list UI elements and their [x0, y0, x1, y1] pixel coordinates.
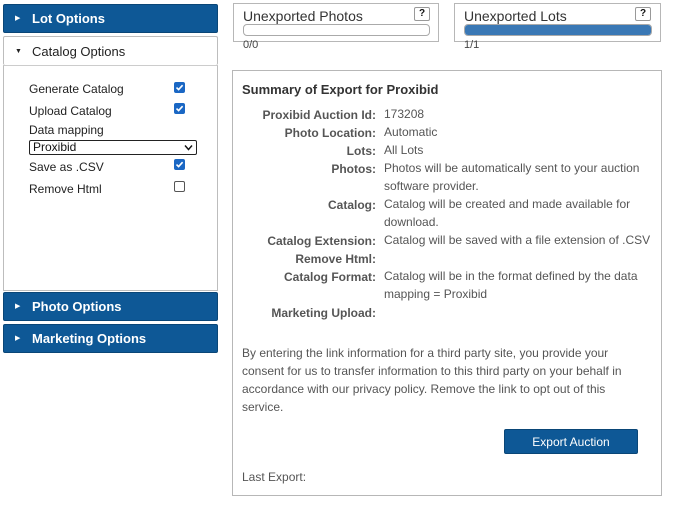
caret-right-icon: ▶: [15, 303, 21, 310]
upload-catalog-label: Upload Catalog: [29, 104, 112, 118]
check-icon: [175, 161, 184, 168]
remove-html-summary-label: Remove Html:: [295, 252, 376, 266]
marketing-upload-label: Marketing Upload:: [271, 306, 376, 320]
caret-down-icon: ▼: [15, 47, 22, 55]
caret-right-icon: ▶: [15, 15, 21, 22]
data-mapping-value: Proxibid: [33, 140, 77, 154]
photo-options-header[interactable]: ▶ Photo Options: [3, 292, 218, 321]
unexported-lots-title: Unexported Lots: [464, 8, 567, 24]
catalog-extension-label: Catalog Extension:: [267, 234, 376, 248]
unexported-lots-progress: [464, 24, 652, 36]
export-summary-panel: Summary of Export for Proxibid Proxibid …: [232, 70, 662, 496]
catalog-extension-value: Catalog will be saved with a file extens…: [384, 233, 651, 247]
unexported-photos-progress: [243, 24, 430, 36]
catalog-format-label: Catalog Format:: [283, 270, 376, 284]
auction-id-value: 173208: [384, 107, 425, 121]
photo-location-value: Automatic: [384, 125, 438, 139]
remove-html-checkbox[interactable]: [174, 181, 185, 192]
catalog-value: Catalog will be created and made availab…: [384, 197, 631, 229]
photos-value: Photos will be automatically sent to you…: [384, 161, 640, 193]
save-as-csv-label: Save as .CSV: [29, 160, 104, 174]
summary-title: Summary of Export for Proxibid: [242, 82, 439, 97]
help-icon[interactable]: ?: [635, 7, 651, 21]
catalog-options-panel: Generate Catalog Upload Catalog Data map…: [3, 65, 218, 291]
generate-catalog-label: Generate Catalog: [29, 82, 124, 96]
export-auction-button[interactable]: Export Auction: [504, 429, 638, 454]
unexported-photos-count: 0/0: [243, 39, 259, 51]
lot-options-label: Lot Options: [32, 11, 105, 26]
upload-catalog-checkbox[interactable]: [174, 103, 185, 114]
catalog-options-header[interactable]: ▼ Catalog Options: [3, 36, 218, 65]
catalog-label: Catalog:: [328, 198, 376, 212]
catalog-options-label: Catalog Options: [32, 43, 126, 59]
marketing-options-label: Marketing Options: [32, 331, 147, 346]
check-icon: [175, 105, 184, 112]
data-mapping-select[interactable]: Proxibid: [29, 140, 197, 155]
unexported-lots-box: Unexported Lots ? 1/1: [454, 3, 661, 51]
save-as-csv-checkbox[interactable]: [174, 159, 185, 170]
data-mapping-label: Data mapping: [29, 123, 104, 137]
help-icon[interactable]: ?: [414, 7, 430, 21]
caret-right-icon: ▶: [15, 335, 21, 342]
catalog-format-value: Catalog will be in the format defined by…: [384, 269, 638, 301]
chevron-down-icon: [184, 145, 193, 151]
auction-id-label: Proxibid Auction Id:: [262, 108, 376, 122]
progress-fill: [465, 25, 651, 35]
unexported-photos-title: Unexported Photos: [243, 8, 363, 24]
consent-text: By entering the link information for a t…: [242, 346, 622, 414]
lot-options-header[interactable]: ▶ Lot Options: [3, 4, 218, 33]
photos-label: Photos:: [331, 162, 376, 176]
last-export-label: Last Export:: [242, 470, 307, 484]
marketing-options-header[interactable]: ▶ Marketing Options: [3, 324, 218, 353]
check-icon: [175, 84, 184, 91]
photo-options-label: Photo Options: [32, 299, 122, 314]
photo-location-label: Photo Location:: [284, 126, 376, 140]
unexported-lots-count: 1/1: [464, 39, 480, 51]
unexported-photos-box: Unexported Photos ? 0/0: [233, 3, 439, 51]
lots-label: Lots:: [346, 144, 376, 158]
generate-catalog-checkbox[interactable]: [174, 82, 185, 93]
remove-html-label: Remove Html: [29, 182, 102, 196]
lots-value: All Lots: [384, 143, 424, 157]
